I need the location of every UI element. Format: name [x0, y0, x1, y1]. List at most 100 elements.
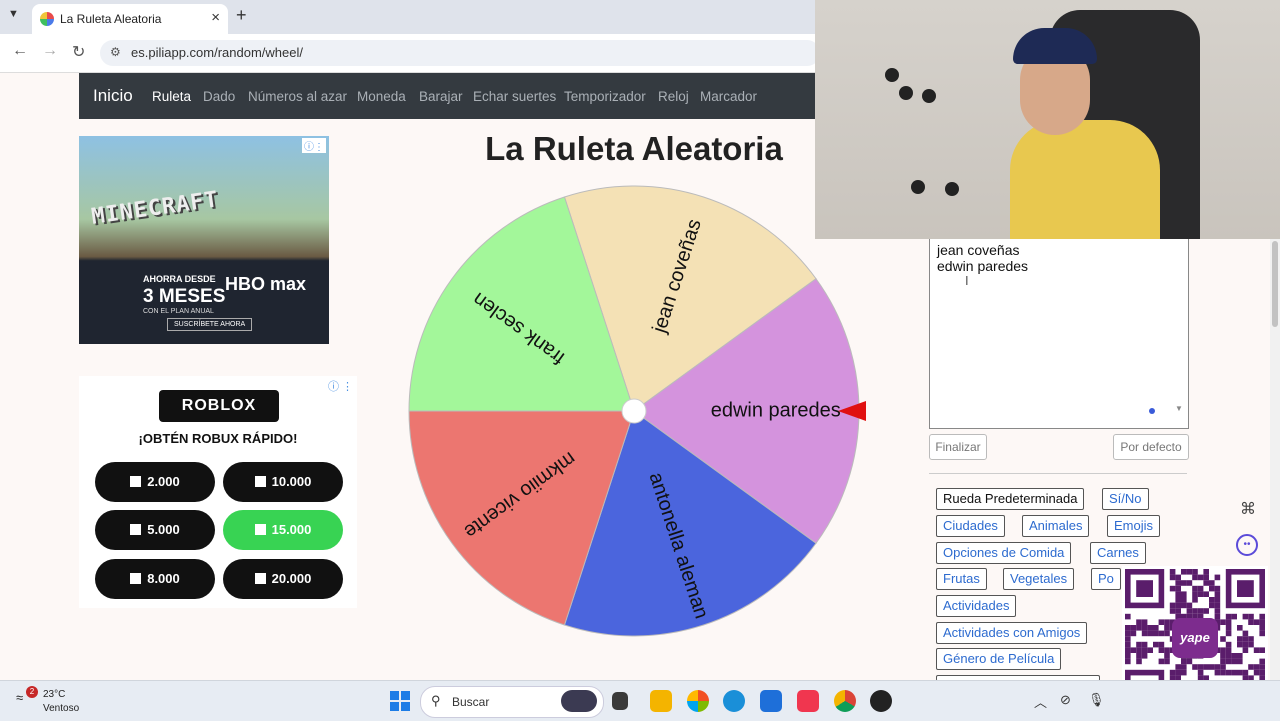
preset-si-no[interactable]: Sí/No — [1102, 488, 1149, 510]
page-title: La Ruleta Aleatoria — [485, 130, 783, 167]
qr-module — [1192, 597, 1198, 603]
qr-module — [1225, 653, 1232, 659]
ad-info-icon[interactable]: ⓘ ⋮ — [328, 378, 353, 394]
robux-option-button[interactable]: 20.000 — [223, 559, 343, 599]
qr-module — [1164, 619, 1170, 625]
preset-carnes[interactable]: Carnes — [1090, 542, 1146, 564]
qr-module — [1164, 658, 1170, 665]
robux-option-label: 5.000 — [147, 522, 180, 537]
nav-link-moneda[interactable]: Moneda — [357, 89, 406, 104]
nav-link-marcador[interactable]: Marcador — [700, 89, 757, 104]
task-view-icon[interactable] — [612, 692, 628, 710]
default-button[interactable]: Por defecto — [1113, 434, 1189, 460]
qr-module — [1248, 613, 1254, 620]
checkbox-icon — [254, 524, 266, 535]
microphone-icon[interactable]: 🎙 — [1088, 692, 1105, 708]
preset-default-wheel[interactable]: Rueda Predeterminada — [936, 488, 1085, 510]
resize-handle-icon[interactable]: ▼ — [1175, 404, 1183, 413]
preset-frutas[interactable]: Frutas — [936, 568, 987, 590]
qr-module — [1225, 647, 1232, 653]
robux-option-button[interactable]: 8.000 — [95, 559, 215, 599]
qr-module — [1136, 625, 1142, 631]
preset-emojis[interactable]: Emojis — [1107, 515, 1161, 537]
site-navbar: Inicio Ruleta Dado Números al azar Moned… — [79, 73, 815, 119]
robux-option-button[interactable]: 2.000 — [95, 462, 215, 502]
preset-vegetales[interactable]: Vegetales — [1003, 568, 1075, 590]
back-icon[interactable]: ← — [12, 42, 28, 60]
grammar-dot-icon[interactable] — [1149, 408, 1155, 414]
hbo-max-logo: HBO max — [225, 274, 307, 294]
network-icon[interactable]: ⊘ — [1060, 692, 1071, 708]
assistant-icon[interactable]: •• — [1236, 534, 1258, 556]
qr-module — [1192, 585, 1198, 592]
roblox-ad[interactable]: ⓘ ⋮ ROBLOX ¡OBTÉN ROBUX RÁPIDO! 2.000 10… — [79, 376, 357, 608]
extension-icon[interactable]: ⌘ — [1240, 499, 1256, 519]
site-info-icon[interactable]: ⚙ — [110, 45, 121, 59]
taskbar-search[interactable]: ⚲ Buscar — [420, 686, 604, 718]
person-cap — [1013, 28, 1097, 64]
robux-option-button[interactable]: 5.000 — [95, 510, 215, 550]
preset-actividades-amigos[interactable]: Actividades con Amigos — [936, 622, 1088, 644]
obs-icon[interactable] — [870, 690, 892, 712]
edge-icon[interactable] — [723, 690, 745, 712]
nav-link-ruleta[interactable]: Ruleta — [152, 89, 191, 104]
nav-link-echar-suertes[interactable]: Echar suertes — [473, 89, 556, 104]
music-icon[interactable] — [797, 690, 819, 712]
qr-module — [1141, 653, 1148, 659]
nav-link-dado[interactable]: Dado — [203, 89, 235, 104]
qr-module — [1225, 641, 1232, 648]
qr-module — [1158, 658, 1165, 665]
qr-module — [1169, 569, 1176, 575]
file-explorer-icon[interactable] — [650, 690, 672, 712]
webcam-overlay — [815, 0, 1280, 239]
qr-module — [1220, 669, 1226, 676]
tab-menu-icon[interactable]: ▼ — [8, 8, 19, 20]
qr-module — [1209, 664, 1215, 670]
qr-module — [1125, 653, 1131, 659]
qr-module — [1158, 641, 1165, 648]
qr-module — [1242, 613, 1249, 620]
copilot-icon[interactable] — [687, 690, 709, 712]
ad-choices-icon[interactable]: ⓘ⋮ — [302, 138, 326, 153]
random-wheel[interactable]: jean coveñasedwin paredesantonella alema… — [406, 184, 868, 640]
qr-module — [1203, 574, 1209, 581]
url-field[interactable]: ⚙ es.piliapp.com/random/wheel/ — [100, 40, 820, 66]
nav-link-reloj[interactable]: Reloj — [658, 89, 689, 104]
preset-ciudades[interactable]: Ciudades — [936, 515, 1005, 537]
scrollbar-thumb[interactable] — [1272, 241, 1278, 327]
store-icon[interactable] — [760, 690, 782, 712]
qr-module — [1192, 574, 1198, 581]
robux-option-button[interactable]: 10.000 — [223, 462, 343, 502]
plus-icon[interactable]: + — [236, 5, 247, 26]
close-icon[interactable]: × — [211, 9, 220, 26]
chrome-icon[interactable] — [834, 690, 856, 712]
qr-module — [1153, 625, 1159, 631]
preset-genero-pelicula[interactable]: Género de Película — [936, 648, 1062, 670]
qr-module — [1237, 653, 1243, 659]
forward-icon[interactable]: → — [42, 42, 58, 60]
windows-start-icon[interactable] — [390, 691, 410, 711]
names-textarea[interactable]: jean coveñas edwin paredes ▼ — [929, 238, 1189, 429]
nav-link-temporizador[interactable]: Temporizador — [564, 89, 646, 104]
reload-icon[interactable]: ↻ — [72, 42, 85, 62]
finish-button[interactable]: Finalizar — [929, 434, 987, 460]
minecraft-ad[interactable]: ⓘ⋮ MINECRAFT AHORRA DESDE 3 MESES CON EL… — [79, 136, 329, 344]
ad-cta-button[interactable]: SUSCRÍBETE AHORA — [167, 318, 253, 331]
browser-tab[interactable]: La Ruleta Aleatoria × — [32, 4, 228, 34]
preset-partial[interactable]: Po — [1091, 568, 1121, 590]
nav-link-barajar[interactable]: Barajar — [419, 89, 463, 104]
nav-brand-link[interactable]: Inicio — [93, 86, 133, 106]
preset-actividades[interactable]: Actividades — [936, 595, 1017, 617]
robux-option-button-highlighted[interactable]: 15.000 — [223, 510, 343, 550]
qr-module — [1259, 613, 1265, 620]
qr-module — [1186, 580, 1193, 586]
preset-comida[interactable]: Opciones de Comida — [936, 542, 1072, 564]
qr-module — [1248, 641, 1254, 648]
preset-animales[interactable]: Animales — [1022, 515, 1090, 537]
qr-finder — [1136, 580, 1153, 597]
nav-link-numeros[interactable]: Números al azar — [248, 89, 347, 104]
qr-module — [1181, 602, 1187, 609]
page-scrollbar[interactable] — [1270, 239, 1280, 680]
chevron-up-icon[interactable]: ︿ — [1034, 692, 1047, 711]
search-icon: ⚲ — [431, 693, 441, 708]
